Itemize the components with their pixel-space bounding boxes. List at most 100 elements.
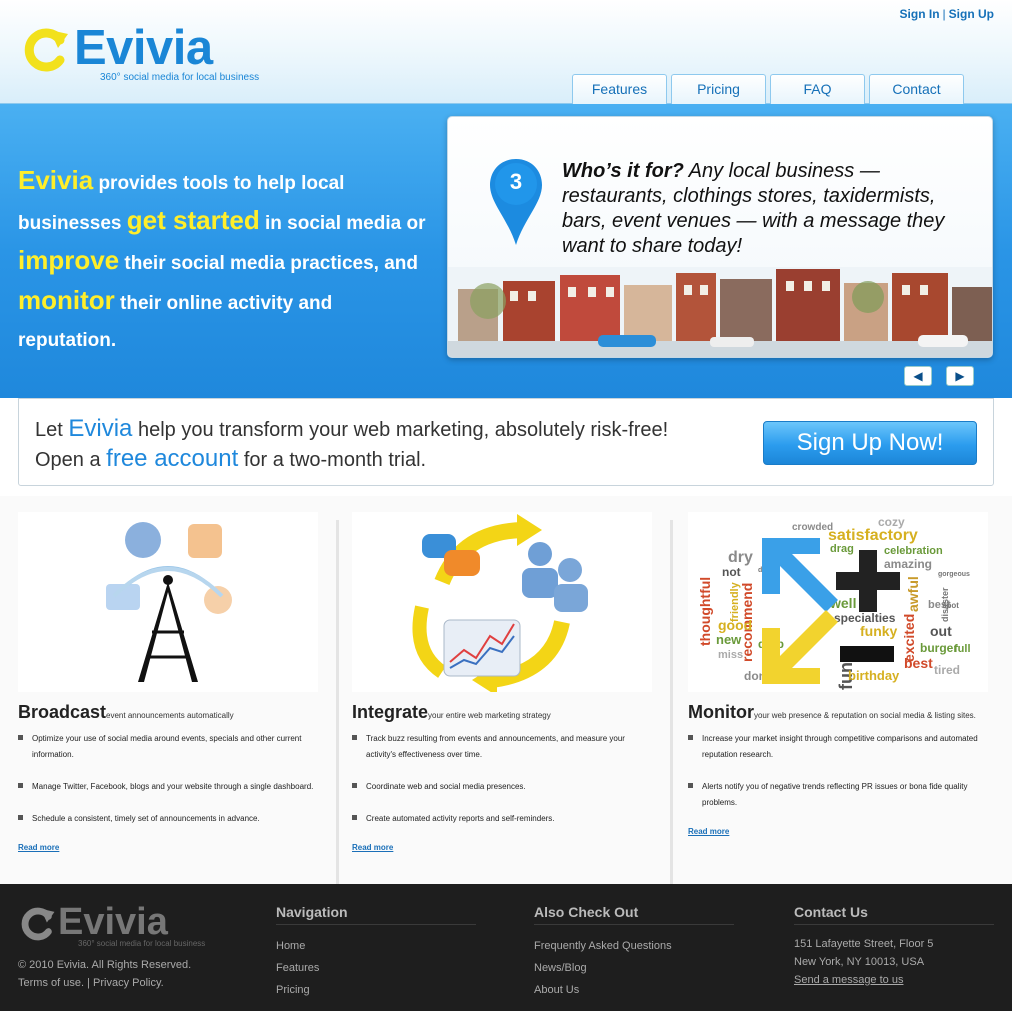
copyright-text: © 2010 Evivia. All Rights Reserved. xyxy=(18,959,192,971)
cloud-word: funky xyxy=(860,623,898,639)
footer-logo[interactable]: Evivia 360° social media for local busin… xyxy=(18,901,238,952)
tab-faq[interactable]: FAQ xyxy=(770,74,865,104)
slide-question: Who’s it for? xyxy=(562,160,684,182)
list-item: Optimize your use of social media around… xyxy=(18,731,318,763)
read-more-link[interactable]: Read more xyxy=(18,843,318,852)
cloud-word: cozy xyxy=(878,515,905,529)
cloud-word: celebration xyxy=(884,545,943,557)
monitor-illustration: satisfactory celebration amazing crowded… xyxy=(688,512,988,692)
slide-number: 3 xyxy=(509,169,523,194)
feature-list: Optimize your use of social media around… xyxy=(18,731,318,827)
hero-slide: 3 Who’s it for? Any local business — res… xyxy=(447,116,993,358)
cloud-word: dry xyxy=(728,549,753,566)
feature-title: Integrate xyxy=(352,702,429,722)
hero-highlight-start: get started xyxy=(126,205,260,235)
list-item: Track buzz resulting from events and ann… xyxy=(352,731,652,763)
list-item: Schedule a consistent, timely set of ann… xyxy=(18,811,318,827)
hero-intro: Evivia provides tools to help local busi… xyxy=(18,162,428,359)
hero-brand: Evivia xyxy=(18,165,94,195)
logo-wordmark: Evivia xyxy=(74,21,213,75)
footer-link-pricing[interactable]: Pricing xyxy=(276,979,476,1001)
footer-link-faq[interactable]: Frequently Asked Questions xyxy=(534,935,734,957)
send-message-link[interactable]: Send a message to us xyxy=(794,971,994,989)
cloud-word: spot xyxy=(942,601,959,610)
list-item: Coordinate web and social media presence… xyxy=(352,779,652,795)
privacy-link[interactable]: Privacy Policy. xyxy=(93,977,164,989)
cta-text-4: for a two-month trial. xyxy=(238,449,427,471)
footer-link-about[interactable]: About Us xyxy=(534,979,734,1001)
feature-subtitle: your web presence & reputation on social… xyxy=(753,711,976,720)
site-footer: Evivia 360° social media for local busin… xyxy=(0,884,1012,1011)
footer-logo-tagline: 360° social media for local business xyxy=(78,939,206,948)
cloud-word: friendly xyxy=(729,581,741,622)
cloud-word: best xyxy=(904,655,933,671)
footer-link-blog[interactable]: News/Blog xyxy=(534,957,734,979)
cloud-word: new xyxy=(716,632,742,647)
broadcast-illustration xyxy=(18,512,318,692)
feature-broadcast: Broadcastevent announcements automatical… xyxy=(18,512,318,852)
read-more-link[interactable]: Read more xyxy=(352,843,652,852)
cloud-word: full xyxy=(954,643,971,655)
feature-integrate: Integrateyour entire web marketing strat… xyxy=(352,512,652,852)
previous-slide-button[interactable]: ◀ xyxy=(904,366,932,386)
footer-also-title: Also Check Out xyxy=(534,904,734,925)
footer-link-features[interactable]: Features xyxy=(276,957,476,979)
feature-monitor: satisfactory celebration amazing crowded… xyxy=(688,512,988,836)
map-pin-icon: 3 xyxy=(488,157,544,247)
feature-subtitle: your entire web marketing strategy xyxy=(428,711,551,720)
list-item: Create automated activity reports and se… xyxy=(352,811,652,827)
cta-text-2: help you transform your web marketing, a… xyxy=(132,419,669,441)
cloud-word: amazing xyxy=(884,557,932,571)
list-item: Alerts notify you of negative trends ref… xyxy=(688,779,988,811)
broadcast-tower-icon xyxy=(106,522,232,682)
cta-line-1: Let Evivia help you transform your web m… xyxy=(35,415,668,443)
logo-tagline: 360° social media for local business xyxy=(100,72,260,83)
hero-banner: Evivia provides tools to help local busi… xyxy=(0,104,1012,398)
feature-title: Monitor xyxy=(688,702,754,722)
features-section: Broadcastevent announcements automatical… xyxy=(0,496,1012,884)
cloud-word: thoughtful xyxy=(697,577,713,646)
tab-contact[interactable]: Contact xyxy=(869,74,964,104)
hero-highlight-monitor: monitor xyxy=(18,285,115,315)
cloud-word: miss xyxy=(718,649,743,661)
cloud-word: not xyxy=(722,565,741,579)
tab-pricing[interactable]: Pricing xyxy=(671,74,766,104)
footer-separator: | xyxy=(87,977,90,989)
feature-subtitle: event announcements automatically xyxy=(106,711,234,720)
footer-contact-title: Contact Us xyxy=(794,904,994,925)
cta-text-1: Let xyxy=(35,419,69,441)
cta-brand: Evivia xyxy=(68,415,133,442)
free-account-link[interactable]: free account xyxy=(106,445,238,472)
footer-nav-title: Navigation xyxy=(276,904,476,925)
evivia-logo[interactable]: Evivia 360° social media for local busin… xyxy=(20,22,260,84)
feature-heading: Broadcastevent announcements automatical… xyxy=(18,702,318,723)
next-slide-button[interactable]: ▶ xyxy=(946,366,974,386)
footer-link-home[interactable]: Home xyxy=(276,935,476,957)
auth-separator: | xyxy=(942,7,946,21)
footer-also: Also Check Out Frequently Asked Question… xyxy=(534,904,734,1001)
cta-text-3: Open a xyxy=(35,449,107,471)
sign-up-now-button[interactable]: Sign Up Now! xyxy=(763,421,977,465)
address-line-2: New York, NY 10013, USA xyxy=(794,956,925,968)
site-header: Evivia 360° social media for local busin… xyxy=(0,0,1012,104)
hero-text-3: their social media practices, and xyxy=(119,253,418,274)
cloud-word: burger xyxy=(920,641,958,655)
footer-logo-wordmark: Evivia xyxy=(58,901,168,943)
feature-heading: Monitoryour web presence & reputation on… xyxy=(688,702,988,723)
feature-list: Increase your market insight through com… xyxy=(688,731,988,811)
cloud-word: awful xyxy=(905,576,921,612)
cloud-word: birthday xyxy=(848,668,900,683)
arrow-right-icon: ▶ xyxy=(955,369,965,383)
list-item: Manage Twitter, Facebook, blogs and your… xyxy=(18,779,318,795)
sign-up-link[interactable]: Sign Up xyxy=(949,7,994,21)
integrate-cycle-icon xyxy=(412,514,588,692)
tab-features[interactable]: Features xyxy=(572,74,667,104)
signup-callout: Let Evivia help you transform your web m… xyxy=(18,398,994,486)
main-nav: Features Pricing FAQ Contact xyxy=(572,74,964,104)
read-more-link[interactable]: Read more xyxy=(688,827,988,836)
sign-in-link[interactable]: Sign In xyxy=(900,7,940,21)
feature-title: Broadcast xyxy=(18,702,107,722)
terms-link[interactable]: Terms of use. xyxy=(18,977,84,989)
cloud-word: drag xyxy=(830,543,854,555)
footer-navigation: Navigation Home Features Pricing xyxy=(276,904,476,1001)
